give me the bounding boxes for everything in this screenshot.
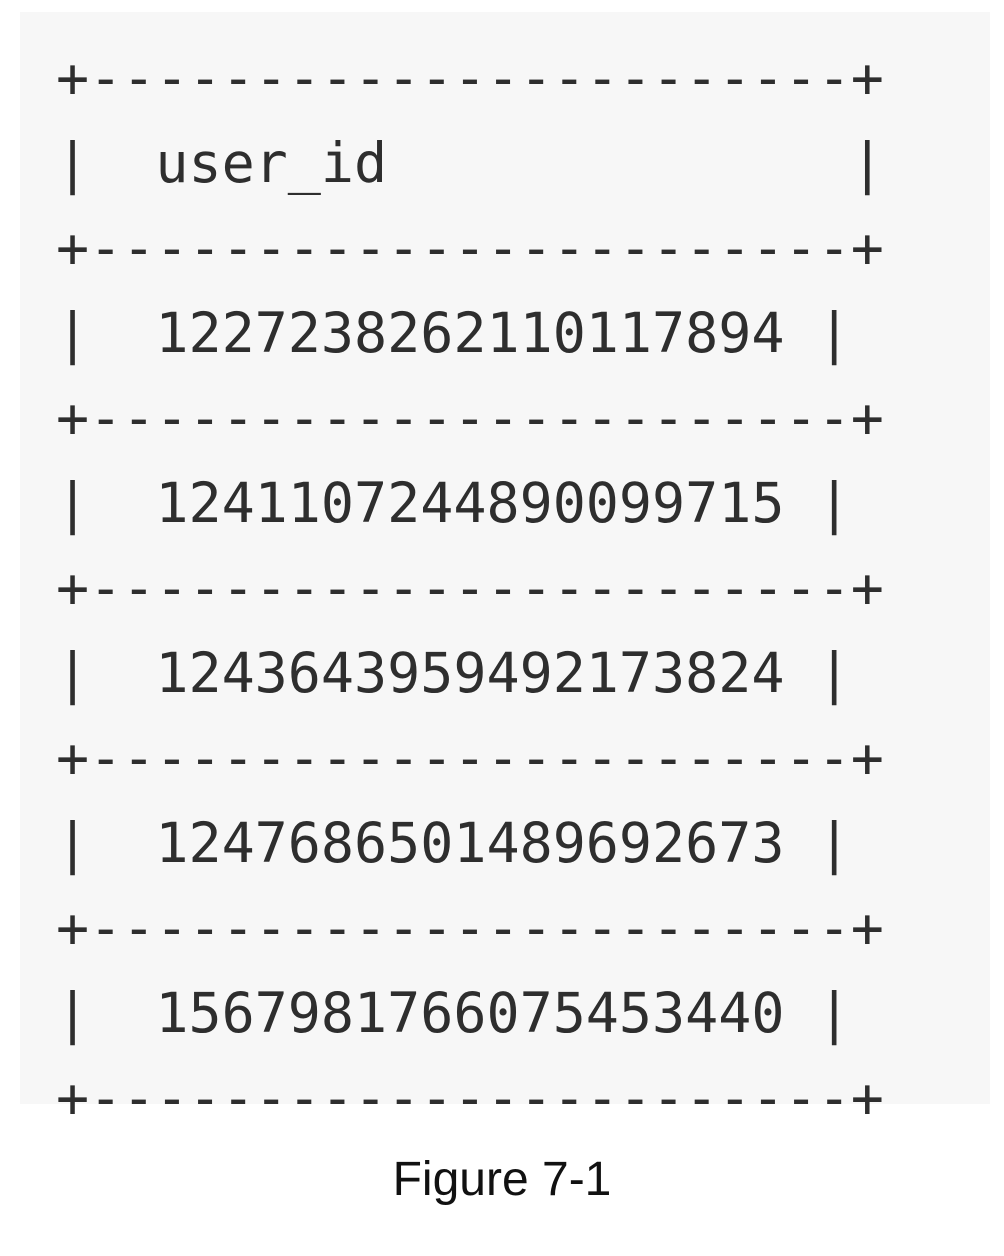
table-border-separator: +-----------------------+	[56, 386, 884, 450]
table-row: | 1243643959492173824 |	[56, 641, 851, 705]
table-header-row: | user_id |	[56, 131, 884, 195]
table-row: | 1241107244890099715 |	[56, 471, 851, 535]
table-border-bottom: +-----------------------+	[56, 1066, 884, 1130]
figure-caption: Figure 7-1	[392, 1153, 612, 1206]
table-border-separator: +-----------------------+	[56, 726, 884, 790]
table-border-top: +-----------------------+	[56, 46, 884, 110]
code-block: +-----------------------+ | user_id | +---…	[20, 12, 990, 1130]
table-border-separator: +-----------------------+	[56, 556, 884, 620]
table-row: | 1567981766075453440 |	[56, 981, 851, 1045]
table-row: | 1227238262110117894 |	[56, 301, 851, 365]
table-row: | 1247686501489692673 |	[56, 811, 851, 875]
table-border-separator: +-----------------------+	[56, 896, 884, 960]
ascii-table: +-----------------------+ | user_id | +---…	[56, 36, 884, 1141]
table-border-separator: +-----------------------+	[56, 216, 884, 280]
